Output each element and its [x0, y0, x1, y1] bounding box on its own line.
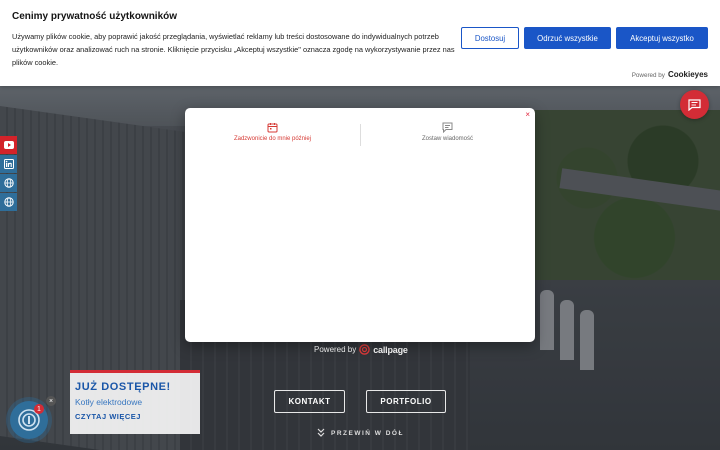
callpage-brand: callpage	[373, 344, 408, 355]
callpage-modal: × Zadzwonicie do mnie później Zostaw wia…	[185, 108, 535, 342]
promo-close-icon[interactable]: ×	[46, 396, 56, 406]
cookie-banner-title: Cenimy prywatność użytkowników	[12, 11, 178, 22]
social-sidebar	[0, 136, 17, 212]
message-icon	[442, 122, 453, 133]
notification-badge: 1	[34, 404, 44, 414]
cookie-banner-buttons: Dostosuj Odrzuć wszystkie Akceptuj wszys…	[461, 27, 708, 49]
scroll-down-label: PRZEWIŃ W DÓŁ	[331, 429, 404, 437]
globe-icon	[3, 178, 14, 188]
linkedin-icon	[3, 159, 14, 169]
chat-button[interactable]	[680, 90, 709, 119]
callpage-credit[interactable]: Powered by callpage	[314, 344, 408, 355]
globe-link[interactable]	[0, 174, 17, 192]
promo-read-more-link[interactable]: CZYTAJ WIĘCEJ	[75, 412, 195, 421]
customize-button[interactable]: Dostosuj	[461, 27, 519, 49]
cookieyes-powered-text: Powered by	[631, 72, 665, 79]
tab-call-later-label: Zadzwonicie do mnie później	[233, 136, 312, 142]
contact-button[interactable]: KONTAKT	[274, 390, 345, 413]
youtube-icon	[3, 141, 14, 149]
promo-heading: JUŻ DOSTĘPNE!	[75, 381, 171, 393]
cookieyes-logo: Cookieyes	[667, 70, 708, 79]
cookie-banner: Cenimy prywatność użytkowników Używamy p…	[0, 0, 720, 86]
portfolio-button[interactable]: PORTFOLIO	[366, 390, 446, 413]
promo-subtitle: Kotły elektrodowe	[75, 397, 143, 407]
tab-leave-message-label: Zostaw wiadomość	[421, 136, 474, 142]
reject-all-button[interactable]: Odrzuć wszystkie	[524, 27, 611, 49]
globe-icon	[3, 197, 14, 207]
cookieyes-credit[interactable]: Powered by Cookieyes	[632, 70, 708, 79]
close-icon[interactable]: ×	[525, 110, 530, 119]
chat-icon	[688, 98, 701, 111]
callpage-logo-icon	[359, 344, 371, 355]
callpage-powered-text: Powered by	[314, 345, 357, 354]
calendar-icon	[267, 123, 278, 133]
promo-card[interactable]: JUŻ DOSTĘPNE! Kotły elektrodowe CZYTAJ W…	[70, 370, 200, 434]
youtube-link[interactable]	[0, 136, 17, 154]
cookie-banner-text: Używamy plików cookie, aby poprawić jako…	[12, 32, 455, 67]
tab-call-later[interactable]: Zadzwonicie do mnie później	[185, 122, 360, 142]
chevron-double-down-icon	[317, 428, 325, 437]
accept-all-button[interactable]: Akceptuj wszystko	[616, 27, 708, 49]
globe-link[interactable]	[0, 193, 17, 211]
tab-leave-message[interactable]: Zostaw wiadomość	[360, 122, 535, 142]
tab-divider	[360, 124, 361, 146]
linkedin-link[interactable]	[0, 155, 17, 173]
scroll-down-hint[interactable]: PRZEWIŃ W DÓŁ	[317, 428, 404, 438]
